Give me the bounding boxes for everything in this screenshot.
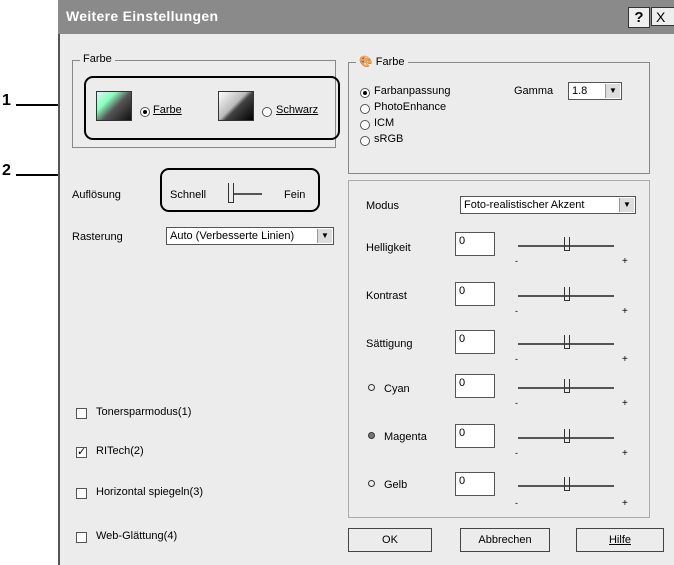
kontrast-label: Kontrast bbox=[366, 290, 407, 302]
photoenhance-label: PhotoEnhance bbox=[374, 101, 447, 113]
radio-farbe[interactable] bbox=[140, 107, 150, 117]
kontrast-plus: + bbox=[622, 306, 628, 317]
magenta-label: Magenta bbox=[384, 431, 427, 443]
modus-select[interactable]: Foto-realistischer Akzent ▼ bbox=[460, 196, 636, 214]
farbmanagement-legend: 🎨 Farbe bbox=[356, 55, 408, 68]
kontrast-input[interactable]: 0 bbox=[455, 282, 495, 306]
cyan-label: Cyan bbox=[384, 383, 410, 395]
radio-photoenhance[interactable] bbox=[360, 104, 370, 114]
aufloesung-label: Auflösung bbox=[72, 189, 121, 201]
chevron-down-icon: ▼ bbox=[317, 229, 332, 243]
gelb-label: Gelb bbox=[384, 479, 408, 491]
web-glaettung-label: Web-Glättung(4) bbox=[96, 530, 178, 542]
magenta-dot-icon bbox=[368, 432, 375, 439]
window-title: Weitere Einstellungen bbox=[66, 8, 219, 24]
checkbox-ritech[interactable]: ✓ bbox=[76, 447, 87, 458]
saettigung-input[interactable]: 0 bbox=[455, 330, 495, 354]
gelb-minus: - bbox=[515, 498, 518, 508]
helligkeit-input[interactable]: 0 bbox=[455, 232, 495, 256]
ritech-label: RITech(2) bbox=[96, 445, 144, 457]
saettigung-slider-knob[interactable] bbox=[564, 335, 570, 349]
tonersparmodus-label: Tonersparmodus(1) bbox=[96, 406, 192, 418]
palette-icon: 🎨 bbox=[359, 56, 373, 68]
magenta-slider-knob[interactable] bbox=[564, 429, 570, 443]
modus-value: Foto-realistischer Akzent bbox=[464, 199, 585, 211]
rasterung-select[interactable]: Auto (Verbesserte Linien) ▼ bbox=[166, 227, 334, 245]
hilfe-button[interactable]: Hilfe bbox=[576, 528, 664, 552]
checkbox-horizontal-spiegeln[interactable] bbox=[76, 488, 87, 499]
ok-button[interactable]: OK bbox=[348, 528, 432, 552]
gelb-dot-icon bbox=[368, 480, 375, 487]
radio-farbe-label: Farbe bbox=[153, 104, 182, 116]
radio-icm[interactable] bbox=[360, 120, 370, 130]
cyan-input[interactable]: 0 bbox=[455, 374, 495, 398]
helligkeit-label: Helligkeit bbox=[366, 242, 411, 254]
mono-swatch-icon bbox=[218, 91, 254, 121]
horizontal-spiegeln-label: Horizontal spiegeln(3) bbox=[96, 486, 203, 498]
helligkeit-slider-knob[interactable] bbox=[564, 237, 570, 251]
farbanpassung-label: Farbanpassung bbox=[374, 85, 451, 97]
chevron-down-icon: ▼ bbox=[619, 198, 634, 212]
aufloesung-fein-label: Fein bbox=[284, 189, 306, 201]
gelb-plus: + bbox=[622, 498, 628, 509]
saettigung-label: Sättigung bbox=[366, 338, 413, 350]
aufloesung-schnell-label: Schnell bbox=[170, 189, 207, 201]
srgb-label: sRGB bbox=[374, 133, 404, 145]
checkbox-web-glaettung[interactable] bbox=[76, 532, 87, 543]
radio-farbanpassung[interactable] bbox=[360, 88, 370, 98]
saettigung-plus: + bbox=[622, 354, 628, 365]
gamma-label: Gamma bbox=[514, 85, 554, 97]
modus-label: Modus bbox=[366, 200, 400, 212]
cyan-minus: - bbox=[515, 398, 518, 408]
magenta-minus: - bbox=[515, 448, 518, 458]
gamma-select[interactable]: 1.8 ▼ bbox=[568, 82, 622, 100]
kontrast-minus: - bbox=[515, 306, 518, 316]
magenta-plus: + bbox=[622, 448, 628, 459]
gelb-slider-knob[interactable] bbox=[564, 477, 570, 491]
color-swatch-icon bbox=[96, 91, 132, 121]
gamma-value: 1.8 bbox=[572, 85, 588, 97]
cyan-dot-icon bbox=[368, 384, 375, 391]
farbe-group-legend: Farbe bbox=[80, 53, 115, 65]
saettigung-minus: - bbox=[515, 354, 518, 364]
callout-1-number: 1 bbox=[2, 92, 11, 109]
magenta-input[interactable]: 0 bbox=[455, 424, 495, 448]
aufloesung-slider-track[interactable] bbox=[234, 193, 262, 195]
radio-schwarz-label: Schwarz bbox=[276, 104, 319, 116]
rasterung-label: Rasterung bbox=[72, 231, 123, 243]
abbrechen-button[interactable]: Abbrechen bbox=[460, 528, 550, 552]
close-icon[interactable]: X bbox=[651, 7, 674, 26]
gelb-input[interactable]: 0 bbox=[455, 472, 495, 496]
kontrast-slider-knob[interactable] bbox=[564, 287, 570, 301]
cyan-plus: + bbox=[622, 398, 628, 409]
cyan-slider-knob[interactable] bbox=[564, 379, 570, 393]
radio-schwarz[interactable] bbox=[262, 107, 272, 117]
help-icon[interactable]: ? bbox=[628, 7, 650, 28]
radio-srgb[interactable] bbox=[360, 136, 370, 146]
callout-2-number: 2 bbox=[2, 162, 11, 179]
helligkeit-minus: - bbox=[515, 256, 518, 266]
icm-label: ICM bbox=[374, 117, 395, 129]
helligkeit-plus: + bbox=[622, 256, 628, 267]
checkbox-tonersparmodus[interactable] bbox=[76, 408, 87, 419]
rasterung-value: Auto (Verbesserte Linien) bbox=[170, 230, 295, 242]
chevron-down-icon: ▼ bbox=[605, 84, 620, 98]
